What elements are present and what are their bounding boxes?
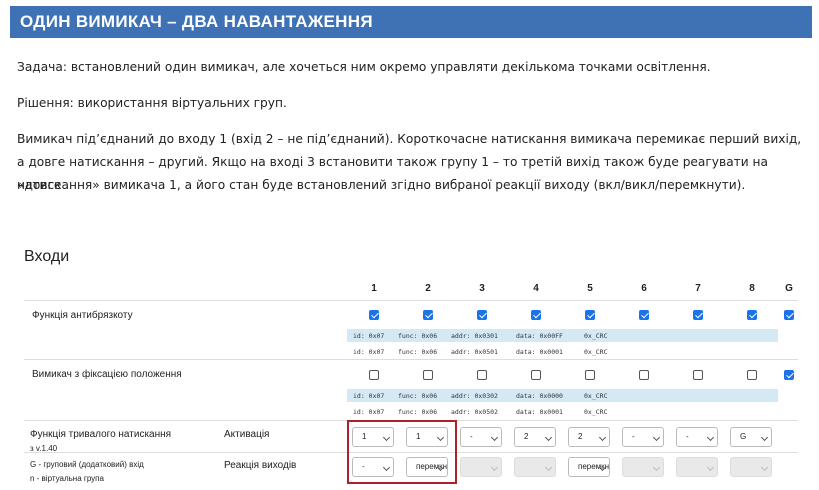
- latching-checkbox-3[interactable]: [477, 370, 487, 380]
- column-header-8: 8: [749, 283, 755, 294]
- register-field: id: 0x07: [353, 408, 385, 416]
- activation-select-value: -: [686, 432, 689, 441]
- column-header-g: G: [785, 283, 793, 294]
- activation-select-value: 2: [524, 432, 529, 441]
- column-header-2: 2: [425, 283, 431, 294]
- column-header-4: 4: [533, 283, 539, 294]
- task-text: Задача: встановлений один вимикач, але х…: [17, 60, 711, 74]
- register-field: addr: 0x0501: [451, 348, 498, 356]
- column-header-6: 6: [641, 283, 647, 294]
- latching-register-info: id: 0x07 func: 0x06 addr: 0x0302 data: 0x00…: [347, 389, 778, 402]
- latching-checkbox-5[interactable]: [585, 370, 595, 380]
- chevron-down-icon: [652, 433, 661, 442]
- row-divider: [24, 359, 798, 360]
- register-field: 0x_CRC: [584, 348, 608, 356]
- debounce-checkbox-7[interactable]: [693, 310, 703, 320]
- page-header: ОДИН ВИМИКАЧ – ДВА НАВАНТАЖЕННЯ: [10, 6, 812, 38]
- chevron-down-icon: [544, 433, 553, 442]
- description-line-3: натискання» вимикача 1, а його стан буде…: [17, 178, 746, 192]
- description-line-1: Вимикач під’єднаний до входу 1 (вхід 2 –…: [17, 132, 802, 146]
- latching-checkbox-7[interactable]: [693, 370, 703, 380]
- column-header-1: 1: [371, 283, 377, 294]
- chevron-down-icon: [706, 463, 715, 472]
- latching-checkbox-4[interactable]: [531, 370, 541, 380]
- register-field: 0x_CRC: [584, 408, 608, 416]
- register-field: addr: 0x0301: [451, 332, 498, 340]
- highlight-frame: [347, 420, 457, 484]
- version-note: з v.1.40: [30, 444, 58, 453]
- register-field: id: 0x07: [353, 332, 385, 340]
- debounce-checkbox-4[interactable]: [531, 310, 541, 320]
- chevron-down-icon: [490, 433, 499, 442]
- chevron-down-icon: [598, 433, 607, 442]
- register-field: func: 0x06: [398, 332, 438, 340]
- activation-select-8[interactable]: G: [730, 427, 772, 447]
- debounce-checkbox-2[interactable]: [423, 310, 433, 320]
- reaction-select-6[interactable]: [622, 457, 664, 477]
- page-title: ОДИН ВИМИКАЧ – ДВА НАВАНТАЖЕННЯ: [20, 12, 373, 31]
- activation-select-value: -: [632, 432, 635, 441]
- register-field: func: 0x06: [398, 408, 438, 416]
- activation-select-3[interactable]: -: [460, 427, 502, 447]
- activation-select-value: 2: [578, 432, 583, 441]
- register-field: data: 0x00FF: [516, 332, 563, 340]
- register-field: data: 0x0000: [516, 392, 563, 400]
- activation-select-5[interactable]: 2: [568, 427, 610, 447]
- debounce-checkbox-8[interactable]: [747, 310, 757, 320]
- activation-select-7[interactable]: -: [676, 427, 718, 447]
- latching-checkbox-1[interactable]: [369, 370, 379, 380]
- debounce-checkbox-6[interactable]: [639, 310, 649, 320]
- activation-select-value: G: [740, 432, 747, 441]
- latching-checkbox-8[interactable]: [747, 370, 757, 380]
- debounce-checkbox-3[interactable]: [477, 310, 487, 320]
- chevron-down-icon: [760, 463, 769, 472]
- reaction-select-4[interactable]: [514, 457, 556, 477]
- activation-select-value: -: [470, 432, 473, 441]
- chevron-down-icon: [760, 433, 769, 442]
- debounce-checkbox-1[interactable]: [369, 310, 379, 320]
- register-field: func: 0x06: [398, 392, 438, 400]
- debounce-label: Функція антибрязкоту: [32, 310, 133, 321]
- reaction-label: Реакція виходів: [224, 460, 297, 471]
- register-field: id: 0x07: [353, 348, 385, 356]
- debounce-checkbox-g[interactable]: [784, 310, 794, 320]
- chevron-down-icon: [706, 433, 715, 442]
- column-header-3: 3: [479, 283, 485, 294]
- virtual-group-legend: n - віртуальна група: [30, 474, 104, 483]
- reaction-select-7[interactable]: [676, 457, 718, 477]
- register-field: addr: 0x0302: [451, 392, 498, 400]
- register-field: id: 0x07: [353, 392, 385, 400]
- solution-text: Рішення: використання віртуальних груп.: [17, 96, 287, 110]
- reaction-select-8[interactable]: [730, 457, 772, 477]
- column-header-5: 5: [587, 283, 593, 294]
- reaction-select-3[interactable]: [460, 457, 502, 477]
- debounce-register-info: id: 0x07 func: 0x06 addr: 0x0501 data: 0x00…: [347, 345, 778, 358]
- chevron-down-icon: [652, 463, 661, 472]
- inputs-section-title: Входи: [24, 248, 70, 265]
- activation-label: Активація: [224, 429, 270, 440]
- latching-checkbox-6[interactable]: [639, 370, 649, 380]
- register-field: 0x_CRC: [584, 392, 608, 400]
- register-field: addr: 0x0502: [451, 408, 498, 416]
- latching-switch-label: Вимикач з фіксацією положення: [32, 369, 182, 380]
- latching-checkbox-2[interactable]: [423, 370, 433, 380]
- column-header-7: 7: [695, 283, 701, 294]
- register-field: data: 0x0001: [516, 408, 563, 416]
- latching-register-info: id: 0x07 func: 0x06 addr: 0x0502 data: 0x00…: [347, 405, 778, 418]
- register-field: 0x_CRC: [584, 332, 608, 340]
- activation-select-4[interactable]: 2: [514, 427, 556, 447]
- activation-select-6[interactable]: -: [622, 427, 664, 447]
- group-legend: G - груповий (додатковий) вхід: [30, 460, 144, 469]
- chevron-down-icon: [544, 463, 553, 472]
- chevron-down-icon: [490, 463, 499, 472]
- debounce-checkbox-5[interactable]: [585, 310, 595, 320]
- longpress-label: Функція тривалого натискання: [30, 429, 172, 440]
- register-field: data: 0x0001: [516, 348, 563, 356]
- debounce-register-info: id: 0x07 func: 0x06 addr: 0x0301 data: 0x00…: [347, 329, 778, 342]
- latching-checkbox-g[interactable]: [784, 370, 794, 380]
- row-divider: [24, 300, 798, 301]
- reaction-select-5[interactable]: перемкнути: [568, 457, 610, 477]
- register-field: func: 0x06: [398, 348, 438, 356]
